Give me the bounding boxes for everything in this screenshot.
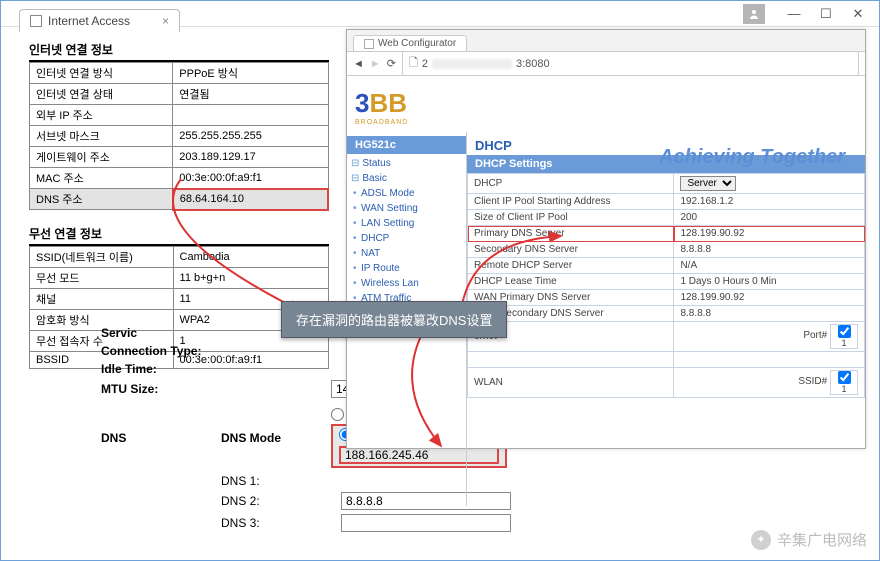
- maximize-button[interactable]: ☐: [819, 7, 833, 21]
- page-icon: [30, 15, 42, 27]
- dns-mode-label: DNS Mode: [221, 431, 331, 445]
- nav-lan[interactable]: LAN Setting: [347, 216, 466, 231]
- wechat-icon: ✦: [751, 530, 771, 550]
- minimize-button[interactable]: —: [787, 7, 801, 21]
- tab-label: Internet Access: [48, 14, 130, 28]
- reload-icon[interactable]: ⟳: [387, 57, 396, 70]
- wireless-info-heading: 무선 연결 정보: [29, 225, 329, 246]
- dns-address-label: DNS 주소: [30, 189, 173, 210]
- browser-window: Web Configurator ◄ ► ⟳ 🗋23:8080 3BBBROAD…: [346, 29, 866, 449]
- dns3-label: DNS 3:: [221, 516, 341, 530]
- address-bar[interactable]: 🗋23:8080: [402, 51, 859, 76]
- router-model: HG521c: [347, 136, 466, 154]
- idle-time-label: Idle Time:: [101, 362, 251, 376]
- primary-dns-label: Primary DNS Server: [468, 226, 674, 242]
- dns-address-value: 68.64.164.10: [173, 189, 328, 210]
- dns-heading: DNS: [101, 431, 221, 445]
- ssid-checkbox[interactable]: [838, 371, 851, 384]
- brand-logo: 3BBBROADBAND: [347, 76, 865, 138]
- page-icon: [364, 39, 374, 49]
- servic-label: Servic: [101, 326, 251, 340]
- nav-dhcp[interactable]: DHCP: [347, 231, 466, 246]
- nav-wlan[interactable]: Wireless Lan: [347, 276, 466, 291]
- dhcp-mode-select[interactable]: Server: [680, 176, 736, 191]
- brand-slogan: Achieving Together: [659, 146, 845, 169]
- dhcp-table: DHCPServer Client IP Pool Starting Addre…: [467, 173, 865, 398]
- callout-box: 存在漏洞的路由器被篡改DNS设置: [281, 301, 507, 338]
- tab-internet-access[interactable]: Internet Access ×: [19, 9, 180, 32]
- mtu-label: MTU Size:: [101, 382, 251, 396]
- close-button[interactable]: ✕: [851, 7, 865, 21]
- nav-basic[interactable]: Basic: [347, 171, 466, 186]
- primary-dns-value: 128.199.90.92: [674, 226, 865, 242]
- nav-fwd-icon[interactable]: ►: [370, 58, 381, 70]
- browser-tab[interactable]: Web Configurator: [353, 35, 467, 51]
- nav-adsl[interactable]: ADSL Mode: [347, 186, 466, 201]
- watermark: ✦ 辛集广电网络: [751, 529, 867, 550]
- conn-type-label: Connection Type:: [101, 344, 251, 358]
- nav-back-icon[interactable]: ◄: [353, 58, 364, 70]
- port-checkbox[interactable]: [838, 325, 851, 338]
- dns2-label: DNS 2:: [221, 494, 341, 508]
- nav-nat[interactable]: NAT: [347, 246, 466, 261]
- internet-info-heading: 인터넷 연결 정보: [29, 41, 329, 62]
- nav-iproute[interactable]: IP Route: [347, 261, 466, 276]
- nav-wan[interactable]: WAN Setting: [347, 201, 466, 216]
- internet-info-table: 인터넷 연결 방식PPPoE 방식 인터넷 연결 상태연결됨 외부 IP 주소 …: [29, 62, 329, 211]
- dns3-input[interactable]: [341, 514, 511, 532]
- tab-close-icon[interactable]: ×: [162, 14, 169, 28]
- user-icon: [743, 4, 765, 24]
- nav-status[interactable]: Status: [347, 156, 466, 171]
